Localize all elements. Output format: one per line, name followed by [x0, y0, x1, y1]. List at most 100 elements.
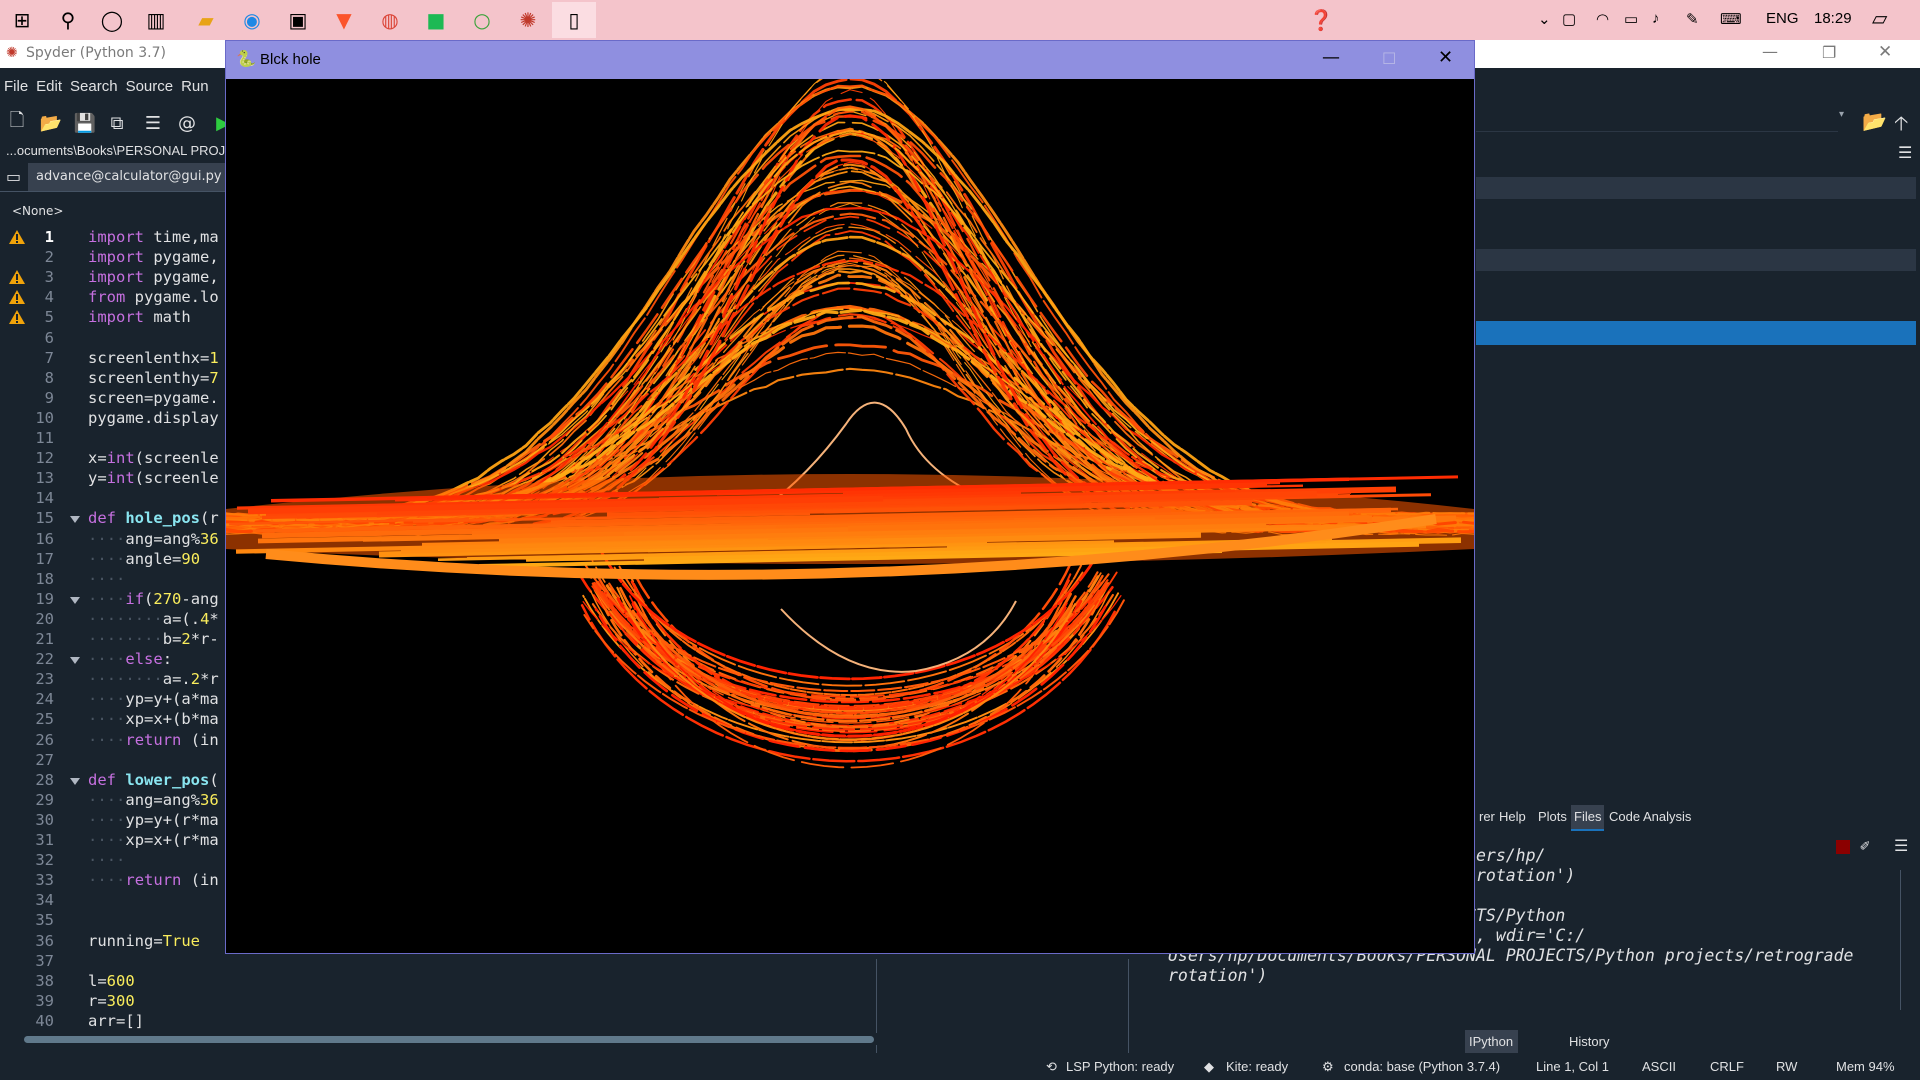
- store-icon[interactable]: ▣: [282, 4, 314, 36]
- pygame-window[interactable]: 🐍 Blck hole — ☐ ✕: [225, 40, 1475, 954]
- code-line: ····if(270-ang: [88, 589, 219, 608]
- line-number: 27: [35, 750, 54, 769]
- help-tray-icon[interactable]: ❓: [1305, 4, 1337, 36]
- hscroll-thumb[interactable]: [24, 1036, 874, 1043]
- tab-plots[interactable]: Plots: [1535, 805, 1570, 829]
- search-icon[interactable]: ⚲: [52, 4, 84, 36]
- files-path-field[interactable]: [1476, 109, 1838, 132]
- chevron-down-icon[interactable]: ▾: [1839, 109, 1844, 120]
- kite-icon: ◆: [1204, 1059, 1214, 1074]
- line-number: 33: [35, 871, 54, 890]
- blank-app-icon[interactable]: ▯: [552, 2, 596, 38]
- green-app-icon[interactable]: ○: [466, 4, 498, 36]
- list-icon[interactable]: ☰: [140, 110, 166, 136]
- edge-icon[interactable]: ◉: [236, 4, 268, 36]
- menu-source[interactable]: Source: [122, 73, 178, 101]
- wifi-icon[interactable]: ◠: [1596, 10, 1609, 28]
- notification-icon[interactable]: ▱: [1872, 6, 1887, 31]
- cursor-position: Line 1, Col 1: [1536, 1059, 1609, 1074]
- display-tray-icon[interactable]: ▢: [1562, 10, 1576, 28]
- code-line: pygame.display: [88, 408, 219, 427]
- fold-arrow-icon[interactable]: [70, 657, 80, 665]
- pygame-title-bar[interactable]: 🐍 Blck hole — ☐ ✕: [226, 41, 1474, 79]
- file-tab[interactable]: advance@calculator@gui.py ✕: [28, 163, 251, 191]
- restore-icon[interactable]: ❐: [1822, 43, 1836, 62]
- code-line: ····return (in: [88, 871, 219, 890]
- files-header: [1476, 177, 1916, 199]
- files-row-selected[interactable]: [1476, 321, 1916, 345]
- conda-status[interactable]: conda: base (Python 3.7.4): [1344, 1059, 1500, 1074]
- save-all-icon[interactable]: ⧉: [104, 110, 130, 136]
- fold-arrow-icon[interactable]: [70, 777, 80, 785]
- warning-icon[interactable]: [8, 289, 26, 305]
- right-pane-tabs: rer Help Plots Files Code Analysis: [1476, 805, 1920, 831]
- line-number: 20: [35, 609, 54, 628]
- warning-icon[interactable]: [8, 269, 26, 285]
- line-number: 32: [35, 851, 54, 870]
- browse-tabs-icon[interactable]: ▭: [6, 167, 21, 186]
- task-view-icon[interactable]: ▥: [140, 4, 172, 36]
- lensed-upper-arcs: [226, 79, 1474, 536]
- close-icon[interactable]: ✕: [1878, 42, 1892, 62]
- minimize-icon[interactable]: —: [1762, 42, 1778, 61]
- chevron-up-icon[interactable]: ⌄: [1538, 10, 1551, 28]
- editor-vscrollbar[interactable]: [1128, 959, 1139, 1057]
- language-indicator[interactable]: ENG: [1766, 10, 1799, 27]
- editor-hscrollbar[interactable]: [14, 1033, 1124, 1045]
- lensed-lower-arcs: [579, 551, 1125, 769]
- arrow-up-icon[interactable]: 🡡: [1894, 109, 1908, 143]
- pen-icon[interactable]: ✎: [1686, 10, 1699, 28]
- kite-status[interactable]: Kite: ready: [1226, 1059, 1288, 1074]
- files-row[interactable]: [1476, 249, 1916, 271]
- tab-help[interactable]: Help: [1496, 805, 1529, 829]
- menu-file[interactable]: File: [0, 73, 32, 101]
- black-hole-render[interactable]: [226, 79, 1474, 953]
- clock[interactable]: 18:29: [1814, 10, 1852, 27]
- code-line: ········b=2*r-: [88, 630, 219, 648]
- open-folder-icon[interactable]: 📂: [1862, 109, 1887, 133]
- line-number: 29: [35, 790, 54, 809]
- pane-menu-icon[interactable]: ☰: [1898, 143, 1912, 162]
- maximize-icon[interactable]: ☐: [1382, 49, 1396, 68]
- code-line: ····: [88, 851, 126, 870]
- tab-history[interactable]: History: [1565, 1030, 1613, 1054]
- menu-run[interactable]: Run: [177, 73, 213, 101]
- save-icon[interactable]: 💾: [72, 110, 98, 136]
- console-scrollbar[interactable]: [1900, 870, 1911, 1010]
- minimize-icon[interactable]: —: [1322, 47, 1340, 68]
- tab-files[interactable]: Files: [1571, 805, 1605, 831]
- code-line: ····: [88, 569, 126, 588]
- fold-arrow-icon[interactable]: [70, 516, 80, 524]
- spyder-icon[interactable]: ✺: [512, 4, 544, 36]
- line-number: 11: [35, 429, 54, 447]
- code-line: arr=[]: [88, 1011, 144, 1030]
- brave-icon[interactable]: ▼: [328, 4, 360, 36]
- fold-arrow-icon[interactable]: [70, 596, 80, 604]
- working-directory-path[interactable]: ...ocuments\Books\PERSONAL PROJEC: [0, 141, 226, 161]
- menu-search[interactable]: Search: [66, 73, 122, 101]
- outline-selector[interactable]: <None>: [0, 200, 226, 222]
- line-number: 4: [44, 288, 54, 307]
- spotify-icon[interactable]: ■: [420, 4, 452, 36]
- volume-icon[interactable]: ♪: [1652, 10, 1660, 27]
- chrome-icon[interactable]: ◍: [374, 4, 406, 36]
- windows-start-icon[interactable]: ⊞: [6, 4, 38, 36]
- open-file-icon[interactable]: 📂: [38, 110, 64, 136]
- menu-edit[interactable]: Edit: [32, 73, 66, 101]
- code-line: ········a=(.4*: [88, 609, 219, 628]
- tab-variable-explorer[interactable]: rer: [1476, 805, 1498, 829]
- tab-code-analysis[interactable]: Code Analysis: [1606, 805, 1694, 829]
- cortana-icon[interactable]: ◯: [96, 4, 128, 36]
- line-number: 22: [35, 650, 54, 669]
- file-explorer-icon[interactable]: ▰: [190, 4, 222, 36]
- close-icon[interactable]: ✕: [1438, 47, 1453, 68]
- lsp-status[interactable]: LSP Python: ready: [1066, 1059, 1174, 1074]
- at-icon[interactable]: @: [174, 110, 200, 136]
- code-line: ····ang=ang%36: [88, 790, 219, 809]
- battery-icon[interactable]: ▭: [1624, 10, 1638, 28]
- warning-icon[interactable]: [8, 229, 26, 245]
- warning-icon[interactable]: [8, 309, 26, 325]
- keyboard-icon[interactable]: ⌨: [1720, 10, 1742, 28]
- new-file-icon[interactable]: 🗋: [4, 110, 30, 136]
- spyder-icon: ✺: [6, 45, 18, 61]
